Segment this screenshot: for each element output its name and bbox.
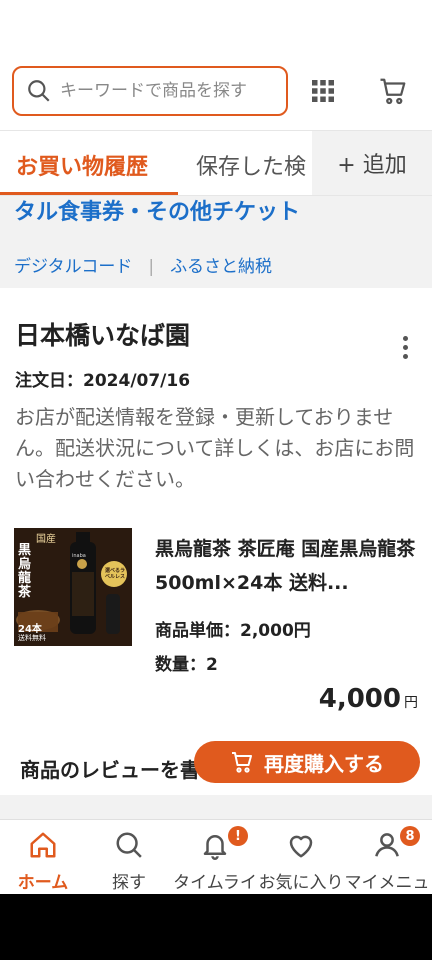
cart-icon[interactable] xyxy=(378,76,408,106)
nav-search[interactable]: 探す xyxy=(86,830,172,893)
user-icon xyxy=(375,833,399,857)
section-divider xyxy=(0,795,432,819)
image-label-main: 黒烏龍茶 xyxy=(18,543,32,600)
image-label-top: 国産 xyxy=(36,534,56,545)
home-icon xyxy=(30,832,56,858)
nav-home[interactable]: ホーム xyxy=(0,830,86,893)
category-links: デジタルコード | ふるさと納税 xyxy=(14,252,272,277)
tab-saved[interactable]: 保存した検 xyxy=(196,149,306,181)
category-link-furusato[interactable]: ふるさと納税 xyxy=(170,257,272,277)
unit-price: 商品単価：2,000円 xyxy=(155,621,311,641)
image-label-brand: inaba xyxy=(72,553,86,559)
top-header xyxy=(0,0,432,130)
total-price: 4,000 円 xyxy=(319,684,418,714)
tab-bar: お買い物履歴 保存した検 + 追加 xyxy=(0,130,432,196)
search-icon xyxy=(116,832,142,858)
order-card: 日本橋いなば園 注文日：2024/07/16 お店が配送情報を登録・更新しており… xyxy=(0,290,432,795)
review-prompt-link[interactable]: 商品のレビューを書 xyxy=(20,754,200,783)
app-screen: お買い物履歴 保存した検 + 追加 タル食事券・その他チケット デジタルコード |… xyxy=(0,0,432,894)
nav-favorites[interactable]: お気に入り xyxy=(258,830,344,893)
nav-favorites-label: お気に入り xyxy=(258,873,344,893)
shipping-notice: お店が配送情報を登録・更新しておりません。配送状況について詳しくは、お店にお問い… xyxy=(15,405,415,491)
product-name[interactable]: 黒烏龍茶 茶匠庵 国産黒烏龍茶 500ml×24本 送料... xyxy=(155,532,420,600)
search-input[interactable] xyxy=(60,81,270,101)
add-tab-button[interactable]: + 追加 xyxy=(312,131,432,195)
quantity: 数量：2 xyxy=(155,655,218,675)
nav-my-menu-label: マイメニュ xyxy=(344,873,430,893)
bottom-navigation: ホーム 探す ! タイムライ お気に入り 8 マイメニュ xyxy=(0,819,432,894)
nav-timeline-label: タイムライ xyxy=(173,873,257,893)
active-tab-indicator xyxy=(0,192,178,195)
my-menu-badge: 8 xyxy=(400,826,420,846)
bell-icon xyxy=(203,835,227,860)
nav-my-menu[interactable]: 8 マイメニュ xyxy=(344,826,430,893)
nav-home-label: ホーム xyxy=(17,873,69,893)
timeline-badge: ! xyxy=(228,826,248,846)
nav-search-label: 探す xyxy=(112,873,146,893)
rebuy-label: 再度購入する xyxy=(264,751,384,776)
tab-purchase-history[interactable]: お買い物履歴 xyxy=(16,149,148,181)
rebuy-button[interactable]: 再度購入する xyxy=(194,741,420,783)
order-date: 注文日：2024/07/16 xyxy=(15,371,191,391)
image-label-sub: 送料無料 xyxy=(18,634,46,642)
total-unit: 円 xyxy=(404,695,418,711)
product-image[interactable]: 国産 黒烏龍茶 24本 送料無料 選べるラベルレス inaba xyxy=(14,528,132,646)
search-box[interactable] xyxy=(12,66,288,116)
heart-icon xyxy=(289,835,313,858)
search-icon xyxy=(28,80,50,102)
category-link-digital-code[interactable]: デジタルコード xyxy=(14,257,132,277)
category-strip: タル食事券・その他チケット デジタルコード | ふるさと納税 xyxy=(0,196,432,288)
cart-icon xyxy=(232,752,252,773)
nav-timeline[interactable]: ! タイムライ xyxy=(172,826,258,893)
grid-icon[interactable] xyxy=(308,76,338,106)
category-title[interactable]: タル食事券・その他チケット xyxy=(14,196,300,226)
more-options-icon[interactable] xyxy=(398,336,412,362)
total-amount: 4,000 xyxy=(318,684,401,714)
link-divider: | xyxy=(148,257,155,277)
image-label-badge: 選べるラベルレス xyxy=(104,568,125,580)
shop-name[interactable]: 日本橋いなば園 xyxy=(15,316,190,352)
